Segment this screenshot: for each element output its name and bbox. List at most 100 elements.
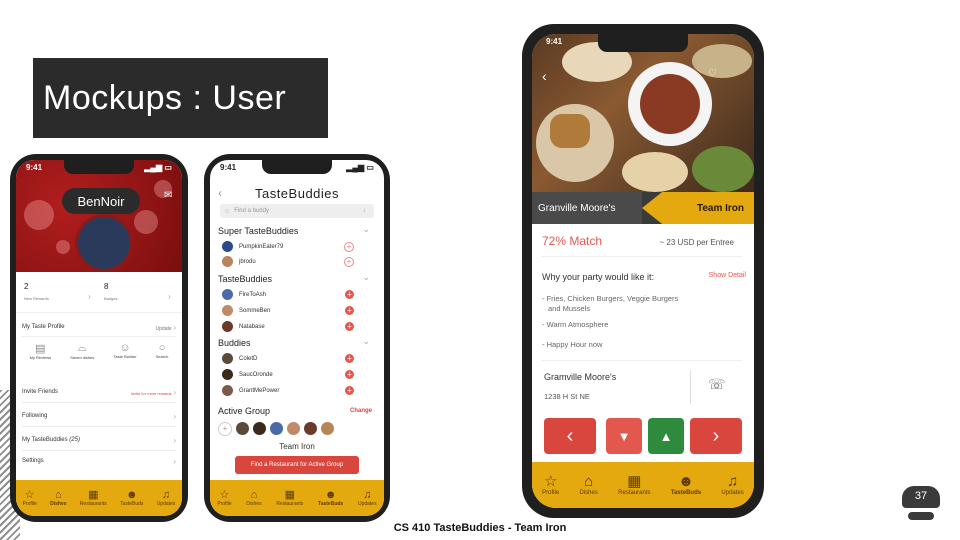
match-percentage: 72% Match <box>542 234 603 248</box>
tab-restaurants[interactable]: ▦ Restaurants <box>80 489 107 507</box>
star-icon: ☆ <box>219 489 230 501</box>
add-icon[interactable]: + <box>345 290 354 299</box>
list-item[interactable]: Natabase <box>222 320 356 333</box>
like-button[interactable]: ▲ <box>648 418 684 454</box>
show-detail-link[interactable]: Show Detail <box>709 272 746 279</box>
taste-builder-icon: ☺ <box>119 342 131 354</box>
tab-dishes[interactable]: ⌂ Dishes <box>580 473 598 497</box>
back-arrow-icon[interactable]: ‹ <box>542 68 547 84</box>
list-item[interactable]: FireToAsh <box>222 288 356 301</box>
avatar[interactable] <box>75 214 133 272</box>
chef-hat-icon: 37 <box>898 486 944 526</box>
update-link[interactable]: Update <box>156 326 172 332</box>
avatar <box>222 241 233 252</box>
find-restaurant-button[interactable]: Find a Restaurant for Active Group <box>235 456 359 474</box>
tab-tastebuds[interactable]: ☻ TasteBuds <box>120 489 143 507</box>
reason-item: and Mussels <box>548 304 591 313</box>
people-icon: ☻ <box>324 489 337 501</box>
tab-dishes[interactable]: ⌂ Dishes <box>50 489 66 507</box>
cloche-icon: ⌂ <box>584 473 594 490</box>
invite-note: Invite for more rewards <box>130 390 172 396</box>
thumbs-down-icon: ▼ <box>617 428 631 444</box>
invite-friends-row[interactable]: Invite Friends Invite for more rewards › <box>22 382 176 403</box>
add-icon[interactable]: + <box>345 354 354 363</box>
restaurant-title: Gramville Moore's <box>544 372 617 382</box>
tab-restaurants[interactable]: ▦ Restaurants <box>618 474 651 497</box>
chevron-right-icon: › <box>168 292 171 301</box>
list-item[interactable]: jbrodu <box>222 255 356 268</box>
thumbs-up-icon: ▲ <box>659 428 673 444</box>
chevron-down-icon[interactable]: ⌄ <box>362 224 370 235</box>
bell-icon: ♫ <box>363 489 372 501</box>
add-icon[interactable]: + <box>344 242 354 252</box>
settings-label: Settings <box>22 458 44 464</box>
restaurant-address: 1238 H St NE <box>544 392 590 401</box>
tab-label: TasteBuds <box>670 490 702 496</box>
tab-profile[interactable]: ☆ Profile <box>23 489 37 507</box>
phone-icon[interactable]: ☏ <box>708 376 726 393</box>
active-group-avatars: + <box>218 422 334 436</box>
tab-updates[interactable]: ♫ Updates <box>157 489 176 507</box>
list-item[interactable]: SaucOronde <box>222 368 356 381</box>
tab-label: Profile <box>22 501 37 507</box>
my-reviews-button[interactable]: ▤ My Reviews <box>30 342 52 372</box>
chevron-down-icon[interactable]: ⌄ <box>362 272 370 283</box>
add-icon[interactable]: + <box>345 306 354 315</box>
tab-updates[interactable]: ♫ Updates <box>358 489 377 507</box>
add-icon[interactable]: + <box>345 370 354 379</box>
stats-row: 2 New Rewards › 8 Badges › <box>16 272 182 313</box>
tab-restaurants[interactable]: ▦ Restaurants <box>276 489 303 507</box>
tab-profile[interactable]: ☆ Profile <box>542 474 559 497</box>
avatar <box>222 369 233 380</box>
buddy-name: GrantMePower <box>239 387 280 394</box>
add-icon[interactable]: + <box>345 322 354 331</box>
my-tastebuddies-row[interactable]: My TasteBuddies (25) › <box>22 430 176 451</box>
mail-icon[interactable]: ✉ <box>164 190 172 201</box>
dislike-button[interactable]: ▼ <box>606 418 642 454</box>
slide-footer: CS 410 TasteBuddies - Team Iron <box>393 522 567 534</box>
tab-dishes[interactable]: ⌂ Dishes <box>246 489 261 507</box>
buddy-name: PumpkinEater79 <box>239 243 284 250</box>
search-input[interactable]: ○ Find a buddy ♩ <box>220 204 374 218</box>
page-number: 37 <box>914 490 928 502</box>
saved-dishes-button[interactable]: ⌓ Saved dishes <box>70 342 94 372</box>
heart-icon[interactable]: ♡ <box>708 68 717 79</box>
tab-tastebuds[interactable]: ☻ TasteBuds <box>318 489 343 507</box>
tab-tastebuds[interactable]: ☻ TasteBuds <box>670 474 702 497</box>
mic-icon[interactable]: ♩ <box>363 208 369 214</box>
list-item[interactable]: GrantMePower <box>222 384 356 397</box>
tab-updates[interactable]: ♫ Updates <box>721 474 743 497</box>
change-link[interactable]: Change <box>350 408 372 414</box>
search-button[interactable]: ○ Search <box>156 342 169 372</box>
next-button[interactable]: › <box>690 418 742 454</box>
slide-title-text: Mockups : User <box>43 78 287 117</box>
reason-item: - Fries, Chicken Burgers, Veggie Burgers <box>542 294 679 303</box>
settings-row[interactable]: Settings › <box>22 452 176 470</box>
add-icon[interactable]: + <box>344 257 354 267</box>
avatar <box>236 422 249 435</box>
list-item[interactable]: PumpkinEater79 <box>222 240 356 253</box>
plate-image <box>692 44 752 78</box>
taste-builder-button[interactable]: ☺ Taste Builder <box>113 342 136 372</box>
reason-item: - Warm Atmosphere <box>542 320 609 329</box>
add-icon[interactable]: + <box>345 386 354 395</box>
tab-label: Profile <box>217 501 232 507</box>
divider <box>542 256 742 257</box>
list-item[interactable]: SommeBen <box>222 304 356 317</box>
list-item[interactable]: ColetD <box>222 352 356 365</box>
tab-label: Restaurants <box>618 490 651 496</box>
invite-friends-label: Invite Friends <box>22 389 59 395</box>
tab-profile[interactable]: ☆ Profile <box>217 489 231 507</box>
restaurant-name: Granville Moore's <box>532 192 642 224</box>
following-row[interactable]: Following › <box>22 406 176 427</box>
team-tag: Team Iron <box>642 192 754 224</box>
taste-profile-row[interactable]: My Taste Profile Update › <box>22 318 176 337</box>
following-label: Following <box>22 413 48 419</box>
tab-label: Dishes <box>246 501 262 507</box>
add-member-icon[interactable]: + <box>218 422 232 436</box>
chevron-down-icon[interactable]: ⌄ <box>362 336 370 347</box>
badges-label: Badges <box>104 296 118 301</box>
store-icon: ▦ <box>284 489 295 501</box>
previous-button[interactable]: ‹ <box>544 418 596 454</box>
avatar <box>222 256 233 267</box>
